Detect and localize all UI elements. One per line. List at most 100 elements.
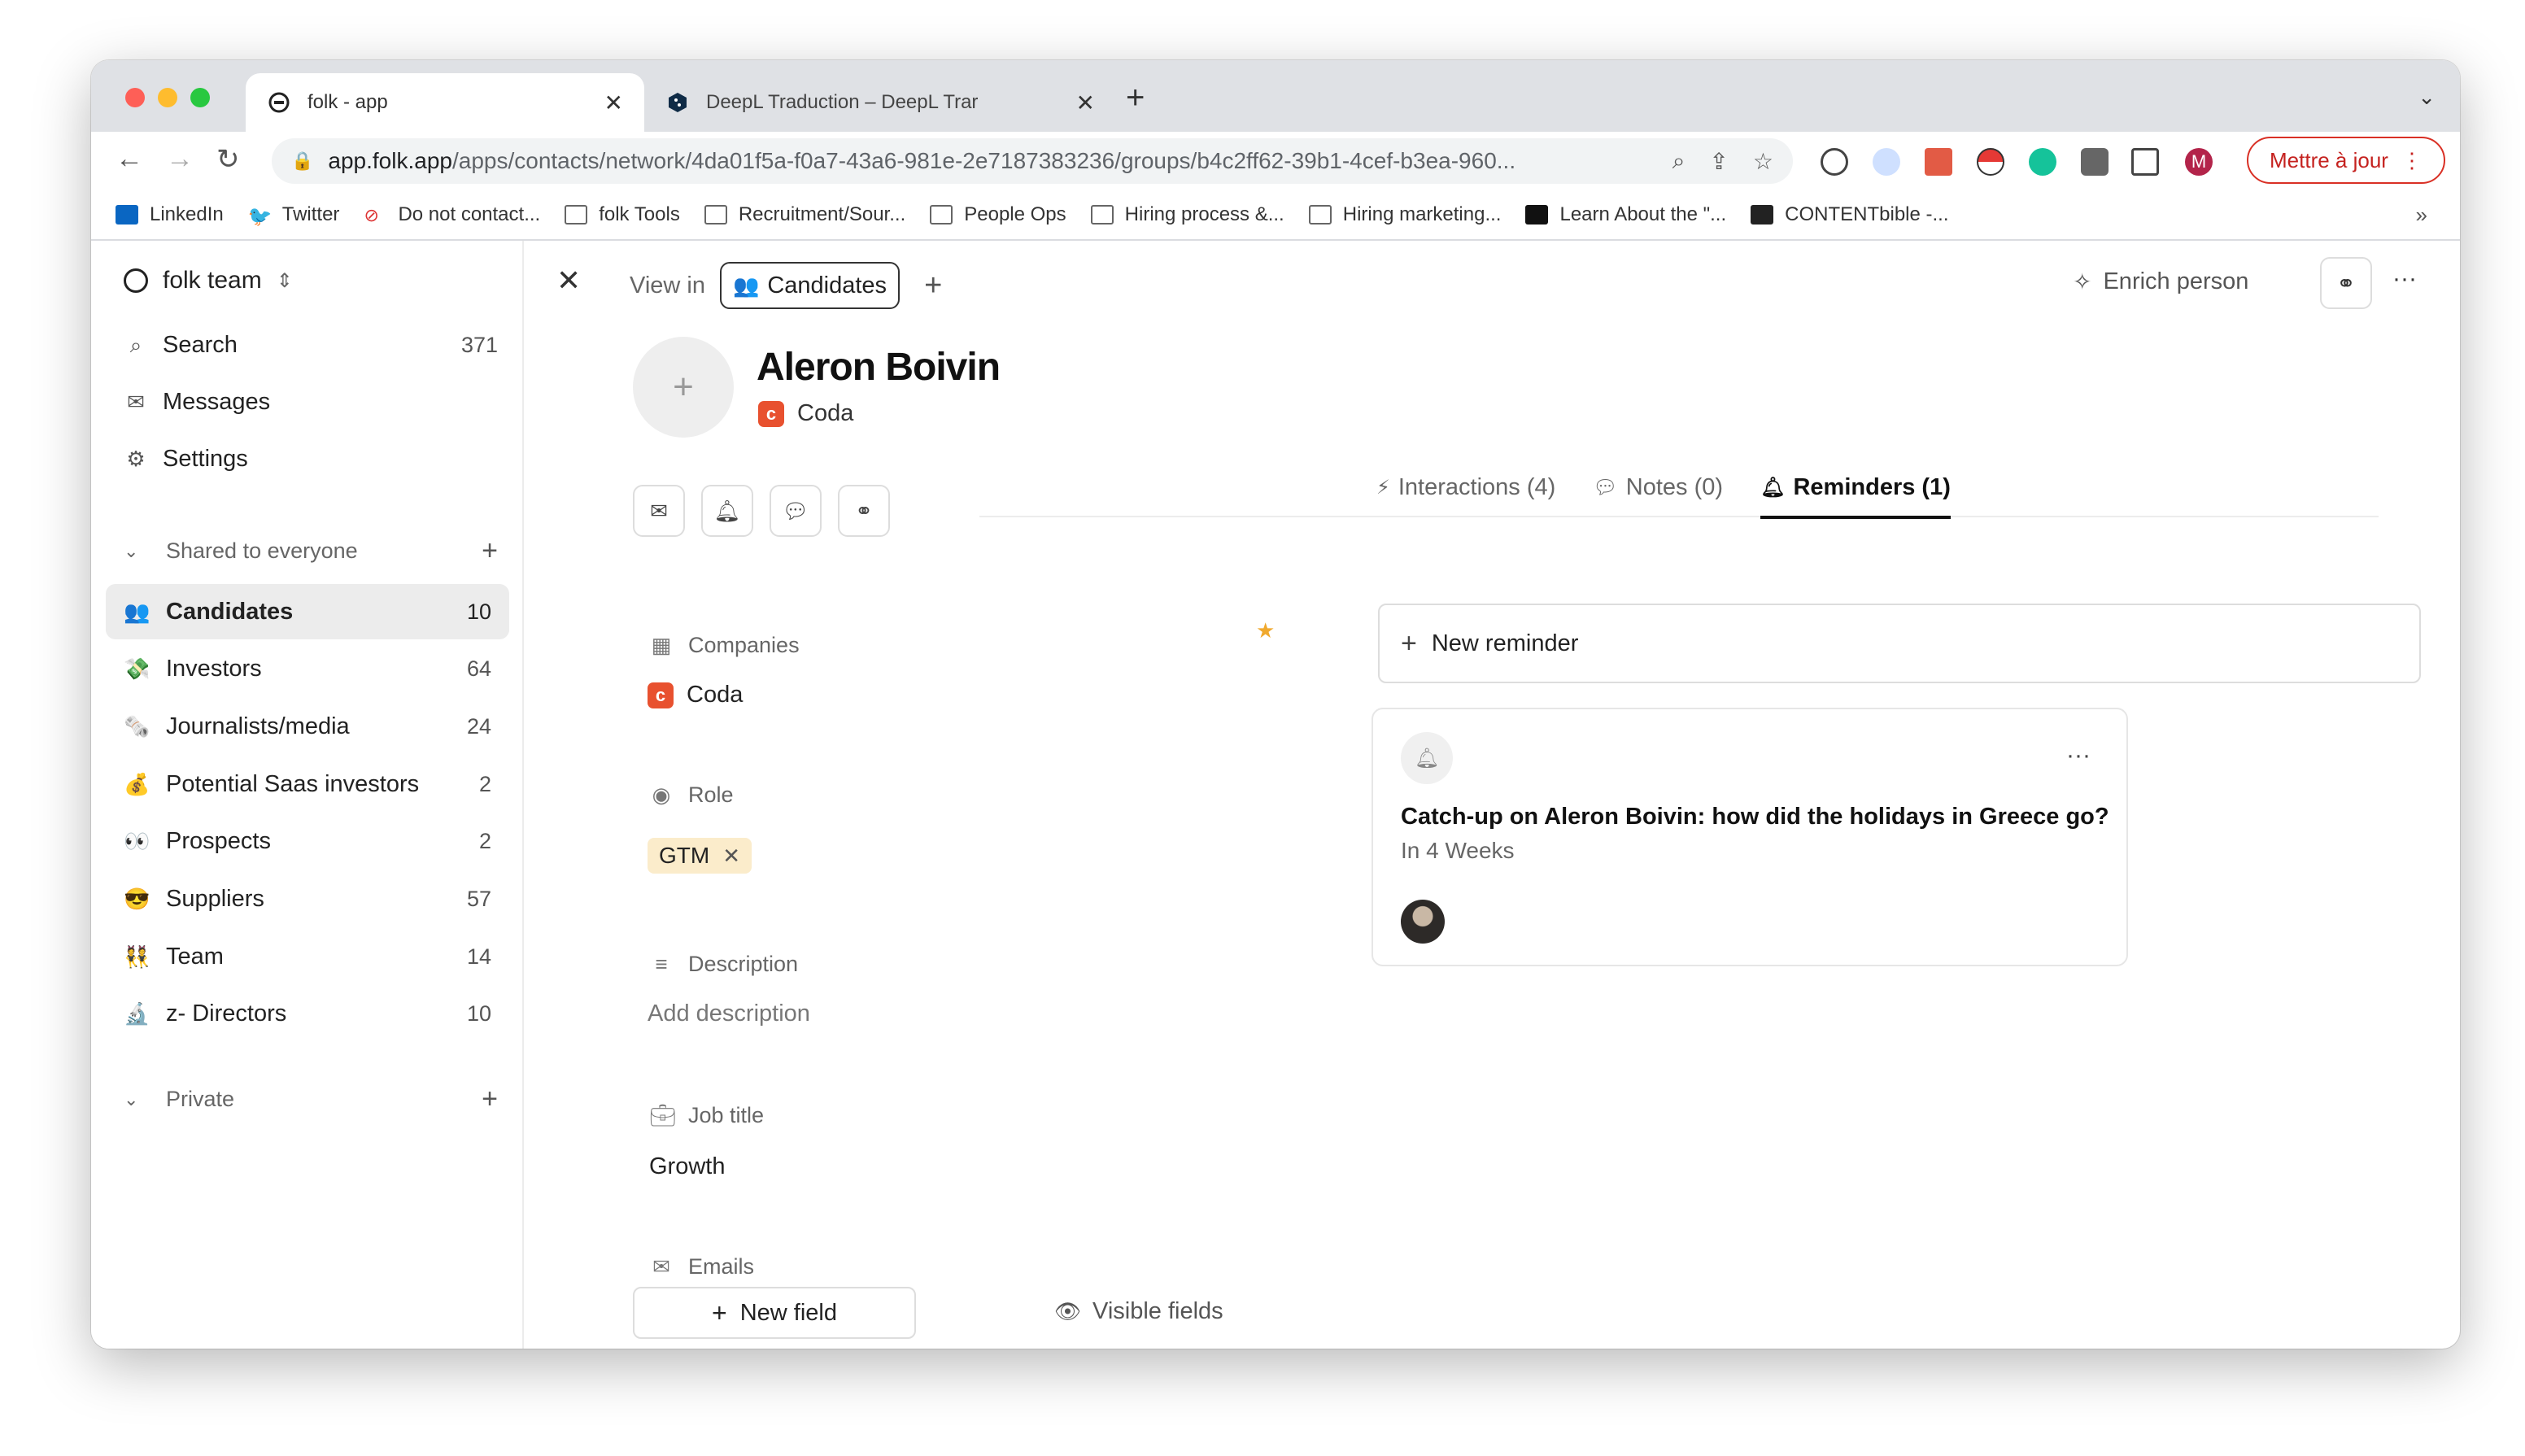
minimize-window-button[interactable]	[158, 88, 177, 107]
mail-icon: ✉	[127, 390, 145, 414]
translate-extension-icon[interactable]	[1873, 148, 1900, 176]
remove-tag-icon[interactable]: ✕	[722, 844, 740, 869]
address-bar[interactable]: 🔒 app.folk.app /apps/contacts/network/4d…	[272, 138, 1793, 184]
sidebar-group-investors[interactable]: 💸 Investors 64	[106, 641, 509, 696]
url-path: /apps/contacts/network/4da01f5a-f0a7-43a…	[451, 148, 1516, 173]
copy-link-button[interactable]: ⚭	[2320, 257, 2372, 309]
role-chevron-icon: ◉	[652, 782, 671, 807]
forward-arrow-icon[interactable]: →	[166, 143, 194, 175]
updown-chevron-icon: ⇕	[276, 269, 293, 292]
sidebar-group-journalists[interactable]: 🗞️ Journalists/media 24	[106, 699, 509, 754]
url-host: app.folk.app	[328, 148, 452, 173]
sidebar-group-team[interactable]: 👯 Team 14	[106, 929, 509, 984]
role-tag[interactable]: GTM ✕	[648, 838, 752, 874]
visible-fields-button[interactable]: 👁︎ Visible fields	[1054, 1298, 1223, 1325]
assignee-avatar[interactable]	[1401, 900, 1445, 944]
email-action-button[interactable]: ✉	[633, 485, 685, 537]
more-bookmarks-icon[interactable]: »	[2416, 203, 2427, 228]
add-group-button[interactable]: +	[482, 535, 498, 567]
tab-interactions[interactable]: ⚡︎ Interactions (4)	[1376, 457, 1555, 517]
pokeball-extension-icon[interactable]	[1977, 148, 2004, 176]
new-field-button[interactable]: + New field	[633, 1287, 916, 1339]
sidebar-item-settings[interactable]: ⚙ Settings	[124, 446, 498, 473]
sidebar-group-suppliers[interactable]: 😎 Suppliers 57	[106, 871, 509, 926]
add-avatar-button[interactable]: +	[633, 337, 734, 438]
view-in-bar: View in 👥 Candidates +	[630, 262, 942, 309]
new-reminder-button[interactable]: + New reminder	[1378, 604, 2421, 683]
bookmark-learn-about[interactable]: Learn About the "...	[1525, 203, 1726, 226]
reminder-card[interactable]: 🔔︎ ··· Catch-up on Aleron Boivin: how di…	[1372, 708, 2128, 966]
bookmark-hiring-process[interactable]: Hiring process &...	[1090, 203, 1284, 226]
reminder-more-icon[interactable]: ···	[2066, 742, 2091, 769]
reload-icon[interactable]: ↻	[216, 143, 240, 176]
new-tab-button[interactable]: +	[1126, 80, 1145, 116]
bookmark-star-icon[interactable]: ☆	[1753, 148, 1773, 175]
bookmark-folk-tools[interactable]: folk Tools	[565, 203, 680, 226]
kebab-menu-icon: ⋮	[2401, 147, 2423, 172]
back-arrow-icon[interactable]: ←	[116, 143, 143, 175]
bookmark-contentbible[interactable]: CONTENTbible -...	[1751, 203, 1949, 226]
sidebar-group-candidates[interactable]: 👥 Candidates 10	[106, 584, 509, 639]
bookmark-hiring-marketing[interactable]: Hiring marketing...	[1308, 203, 1501, 226]
sidepanel-icon[interactable]	[2131, 148, 2159, 176]
maximize-window-button[interactable]	[190, 88, 210, 107]
person-company[interactable]: c Coda	[758, 400, 853, 427]
bookmark-do-not-contact[interactable]: ⊘ Do not contact...	[364, 203, 540, 226]
bookmark-linkedin[interactable]: LinkedIn	[116, 203, 224, 226]
close-window-button[interactable]	[125, 88, 145, 107]
folk-favicon-icon	[267, 90, 291, 115]
puzzle-extensions-icon[interactable]	[2081, 148, 2109, 176]
reminder-action-button[interactable]: 🔔︎	[701, 485, 753, 537]
folk-extension-icon[interactable]	[1821, 148, 1848, 176]
bookmark-recruitment[interactable]: Recruitment/Sour...	[704, 203, 905, 226]
link-icon: ⚭	[855, 498, 873, 523]
eye-icon: 👁︎	[1054, 1299, 1082, 1323]
workspace-switcher[interactable]: folk team ⇕	[124, 267, 293, 294]
companies-field-value[interactable]: c Coda	[648, 682, 743, 708]
grammarly-extension-icon[interactable]	[2029, 148, 2056, 176]
note-action-button[interactable]: 💬︎	[770, 485, 822, 537]
more-options-icon[interactable]: ···	[2379, 265, 2431, 298]
chart-extension-icon[interactable]	[1925, 148, 1952, 176]
browser-tab-folk[interactable]: folk - app ✕	[246, 73, 644, 132]
update-chrome-button[interactable]: Mettre à jour ⋮	[2247, 137, 2445, 184]
enrich-person-button[interactable]: ✧ Enrich person	[2073, 268, 2248, 295]
folder-icon	[704, 205, 727, 225]
shared-section-header[interactable]: ⌄ Shared to everyone +	[124, 535, 498, 567]
comment-icon: 💬︎	[782, 498, 809, 523]
sidebar-group-prospects[interactable]: 👀 Prospects 2	[106, 813, 509, 869]
private-section-header[interactable]: ⌄ Private +	[124, 1083, 498, 1115]
sidebar-item-messages[interactable]: ✉ Messages	[124, 389, 498, 416]
tab-notes[interactable]: 💬︎ Notes (0)	[1593, 457, 1723, 517]
sidebar-group-directors[interactable]: 🔬 z- Directors 10	[106, 986, 509, 1041]
sidebar-item-search[interactable]: ⌕ Search 371	[124, 332, 498, 359]
linkedin-icon	[116, 205, 138, 225]
sidebar-group-saas-investors[interactable]: 💰 Potential Saas investors 2	[106, 756, 509, 812]
tab-reminders[interactable]: 🔔︎ Reminders (1)	[1760, 457, 1951, 519]
description-input[interactable]: Add description	[648, 1000, 810, 1027]
role-field-value[interactable]: GTM ✕	[648, 838, 752, 874]
link-action-button[interactable]: ⚭	[838, 485, 890, 537]
building-icon: ▦	[651, 633, 672, 657]
browser-toolbar: ← → ↻ 🔒 app.folk.app /apps/contacts/netw…	[91, 132, 2460, 190]
bookmark-twitter[interactable]: 🐦 Twitter	[248, 203, 340, 228]
star-icon[interactable]: ★	[1256, 618, 1275, 643]
search-icon: ⌕	[129, 332, 142, 357]
tab-search-chevron-icon[interactable]: ⌄	[2418, 85, 2436, 110]
folk-app: folk team ⇕ ⌕ Search 371 ✉ Messages ⚙ Se…	[91, 241, 2460, 1349]
browser-tab-deepl[interactable]: DeepL Traduction – DeepL Trar ✕	[644, 73, 1116, 132]
close-panel-icon[interactable]: ✕	[556, 264, 581, 298]
view-chip-candidates[interactable]: 👥 Candidates	[719, 262, 901, 309]
add-private-group-button[interactable]: +	[482, 1083, 498, 1115]
bookmark-people-ops[interactable]: People Ops	[930, 203, 1066, 226]
add-to-group-button[interactable]: +	[924, 268, 942, 303]
bell-icon: 🔔︎	[1401, 732, 1453, 784]
close-tab-icon[interactable]: ✕	[1076, 89, 1095, 116]
zoom-icon[interactable]: ⌕	[1672, 148, 1686, 175]
job-title-value[interactable]: Growth	[649, 1153, 725, 1180]
close-tab-icon[interactable]: ✕	[604, 89, 623, 116]
view-in-label: View in	[630, 272, 705, 299]
share-icon[interactable]: ⇪	[1709, 148, 1728, 175]
profile-avatar[interactable]: M	[2185, 148, 2213, 176]
mail-icon: ✉	[652, 1254, 670, 1274]
